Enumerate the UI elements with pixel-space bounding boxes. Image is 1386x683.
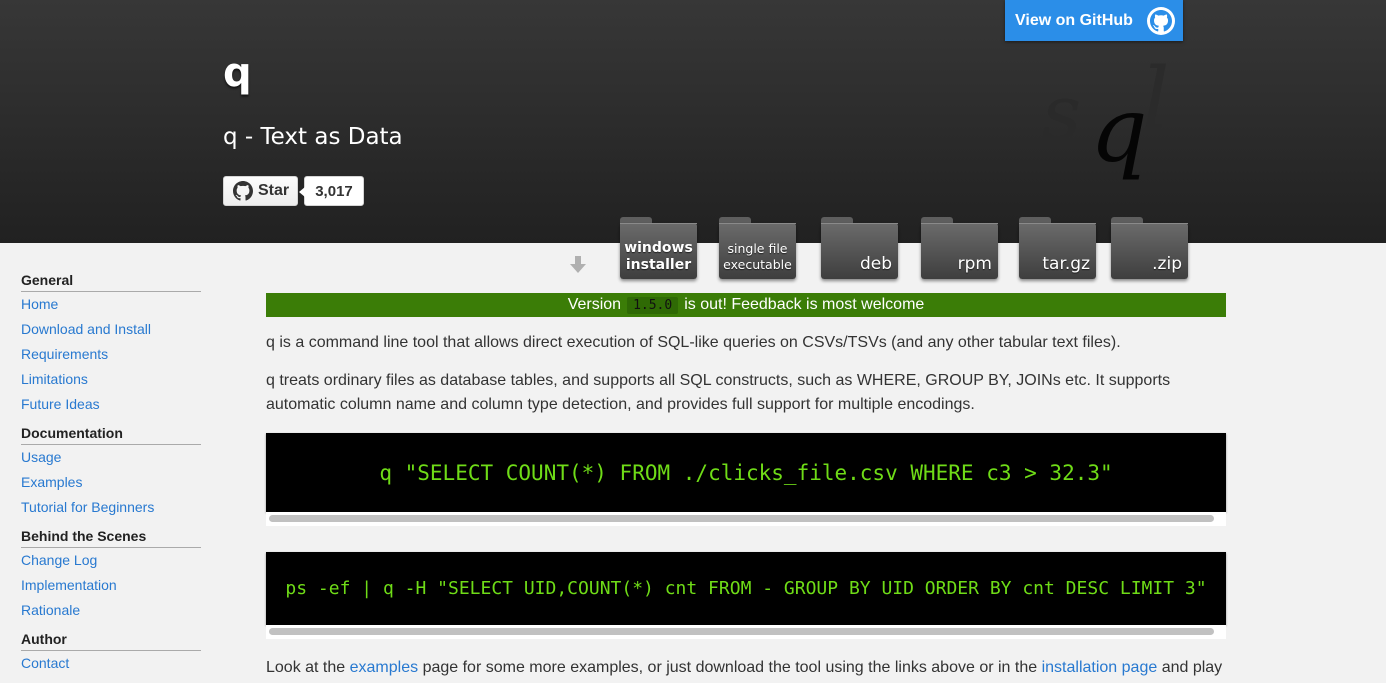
nav-link-future-ideas[interactable]: Future Ideas: [21, 392, 201, 417]
download-label: .zip: [1152, 254, 1182, 275]
site-title: q: [223, 50, 252, 96]
nav-heading: Author: [21, 630, 201, 651]
download-tar-gz[interactable]: tar.gz: [1019, 217, 1096, 279]
nav-heading: Documentation: [21, 424, 201, 445]
horizontal-scrollbar[interactable]: [266, 512, 1226, 526]
download-label: rpm: [957, 254, 992, 275]
nav-link-change-log[interactable]: Change Log: [21, 548, 201, 573]
version-banner: Version 1.5.0 is out! Feedback is most w…: [266, 293, 1226, 317]
star-label: Star: [258, 182, 290, 199]
download-label: deb: [859, 254, 892, 275]
github-star-button[interactable]: Star: [223, 176, 298, 206]
page-header: q q - Text as Data Star 3,017 View on Gi…: [0, 0, 1386, 243]
nav-section-author: Author Contact: [21, 630, 201, 676]
intro-paragraph-2: q treats ordinary files as database tabl…: [266, 372, 1171, 413]
code-example-2: ps -ef | q -H "SELECT UID,COUNT(*) cnt F…: [266, 552, 1226, 625]
nav-link-implementation[interactable]: Implementation: [21, 573, 201, 598]
nav-link-home[interactable]: Home: [21, 292, 201, 317]
github-octocat-icon: [1146, 6, 1175, 35]
horizontal-scrollbar[interactable]: [266, 625, 1226, 639]
examples-link[interactable]: examples: [350, 659, 418, 676]
nav-heading: Behind the Scenes: [21, 527, 201, 548]
download-deb[interactable]: deb: [821, 217, 898, 279]
github-icon: [233, 181, 253, 201]
nav-link-tutorial-for-beginners[interactable]: Tutorial for Beginners: [21, 495, 201, 520]
site-subtitle: q - Text as Data: [223, 124, 403, 150]
intro-paragraph-1: q is a command line tool that allows dir…: [266, 334, 1121, 351]
nav-link-examples[interactable]: Examples: [21, 470, 201, 495]
nav-link-rationale[interactable]: Rationale: [21, 598, 201, 623]
view-on-github-button[interactable]: View on GitHub: [1005, 0, 1183, 41]
download-rpm[interactable]: rpm: [921, 217, 998, 279]
download-label: tar.gz: [1042, 254, 1090, 275]
nav-link-usage[interactable]: Usage: [21, 445, 201, 470]
download-zip[interactable]: .zip: [1111, 217, 1188, 279]
code-example-1: q "SELECT COUNT(*) FROM ./clicks_file.cs…: [266, 433, 1226, 512]
download-label: single file executable: [723, 240, 792, 272]
sidebar-nav: General Home Download and Install Requir…: [21, 271, 201, 683]
view-on-github-label: View on GitHub: [1015, 11, 1133, 29]
sql-logo: s q l: [1042, 50, 1170, 183]
nav-section-behind-the-scenes: Behind the Scenes Change Log Implementat…: [21, 527, 201, 623]
banner-text-after: is out! Feedback is most welcome: [684, 296, 925, 313]
nav-heading: General: [21, 271, 201, 292]
nav-section-general: General Home Download and Install Requir…: [21, 271, 201, 417]
star-count[interactable]: 3,017: [299, 176, 364, 206]
installation-page-link[interactable]: installation page: [1042, 659, 1158, 676]
download-single-file-executable[interactable]: single file executable: [719, 217, 796, 279]
outro-paragraph: Look at the examples page for some more …: [266, 659, 1223, 676]
main-content: Version 1.5.0 is out! Feedback is most w…: [266, 293, 1226, 680]
nav-section-documentation: Documentation Usage Examples Tutorial fo…: [21, 424, 201, 520]
banner-text-before: Version: [567, 296, 622, 313]
arrow-down-icon: [570, 256, 586, 273]
nav-link-contact[interactable]: Contact: [21, 651, 201, 676]
version-number: 1.5.0: [627, 296, 679, 314]
download-windows-installer[interactable]: windows installer: [620, 217, 697, 279]
nav-link-requirements[interactable]: Requirements: [21, 342, 201, 367]
nav-link-download-and-install[interactable]: Download and Install: [21, 317, 201, 342]
download-label: windows installer: [624, 240, 693, 274]
nav-link-limitations[interactable]: Limitations: [21, 367, 201, 392]
